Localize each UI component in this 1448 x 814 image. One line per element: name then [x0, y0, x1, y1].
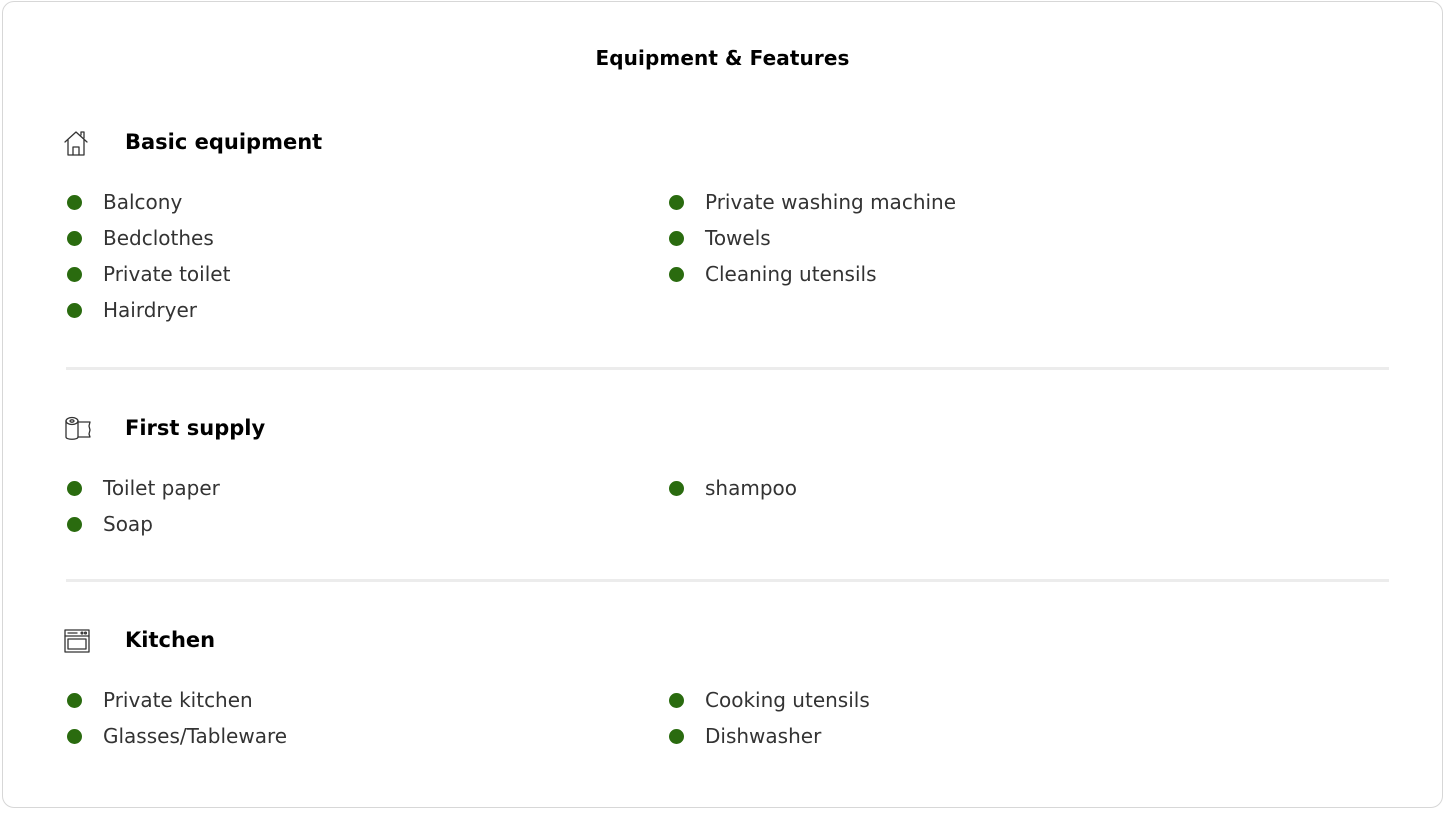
bullet-dot — [67, 693, 82, 708]
bullet-dot — [669, 195, 684, 210]
bullet-dot — [67, 517, 82, 532]
item-label: Towels — [705, 226, 771, 250]
page-title: Equipment & Features — [595, 46, 850, 70]
item-label: Toilet paper — [103, 476, 220, 500]
item-label: Soap — [103, 512, 153, 536]
bullet-dot — [67, 267, 82, 282]
item-label: Private kitchen — [103, 688, 253, 712]
bullet-dot — [669, 267, 684, 282]
bullet-dot — [67, 481, 82, 496]
section-title: Kitchen — [125, 628, 216, 652]
section-basic-equipment: Basic equipment Balcony Bedclothes Priva… — [63, 129, 1388, 329]
bullet-dot — [67, 303, 82, 318]
item-label: Cleaning utensils — [705, 262, 877, 286]
bullet-dot — [669, 481, 684, 496]
bullet-dot — [67, 729, 82, 744]
section-divider — [66, 367, 1389, 370]
section-title: First supply — [125, 416, 266, 440]
item-label: Private washing machine — [705, 190, 957, 214]
item-label: Dishwasher — [705, 724, 822, 748]
item-label: Glasses/Tableware — [103, 724, 288, 748]
item-label: Balcony — [103, 190, 183, 214]
bullet-dot — [669, 729, 684, 744]
section-divider — [66, 579, 1389, 582]
bullet-dot — [67, 195, 82, 210]
bullet-dot — [669, 693, 684, 708]
bullet-dot — [669, 231, 684, 246]
item-label: Private toilet — [103, 262, 231, 286]
section-kitchen: Kitchen Private kitchen Glasses/Tablewar… — [63, 627, 1388, 757]
oven-icon — [63, 627, 90, 655]
item-label: shampoo — [705, 476, 798, 500]
item-label: Bedclothes — [103, 226, 214, 250]
toilet-paper-icon — [63, 415, 91, 443]
item-label: Cooking utensils — [705, 688, 870, 712]
bullet-dot — [67, 231, 82, 246]
house-icon — [63, 129, 89, 157]
item-label: Hairdryer — [103, 298, 198, 322]
section-first-supply: First supply Toilet paper Soap shampoo — [63, 415, 1388, 545]
equipment-features-card: Equipment & Features Basic equipment Bal… — [2, 1, 1443, 808]
section-title: Basic equipment — [125, 130, 323, 154]
